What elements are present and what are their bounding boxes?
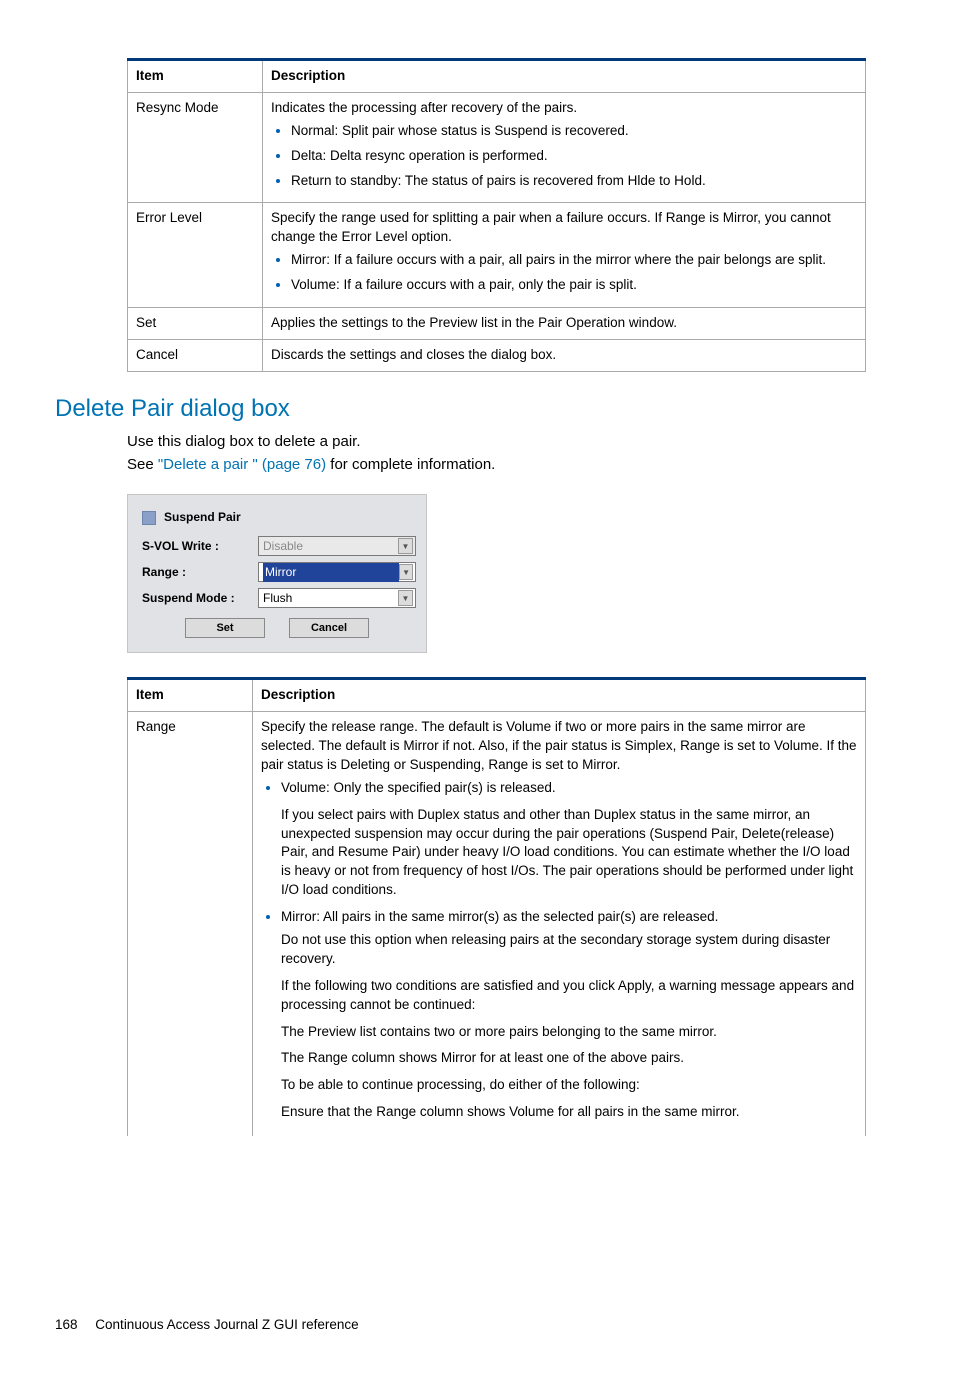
section-heading: Delete Pair dialog box [55,392,866,426]
col-desc: Description [253,679,866,712]
col-item: Item [128,679,253,712]
cancel-button[interactable]: Cancel [289,618,369,638]
col-desc: Description [263,60,866,93]
desc-cell: Specify the release range. The default i… [253,712,866,1137]
chevron-down-icon: ▼ [398,538,413,554]
chevron-down-icon: ▼ [399,564,413,580]
item-cell: Resync Mode [128,92,263,203]
desc-cell: Discards the settings and closes the dia… [263,339,866,371]
dialog-row-svol: S-VOL Write : Disable ▼ [138,536,416,556]
suspend-pair-dialog: Suspend Pair S-VOL Write : Disable ▼ Ran… [127,494,427,653]
range-combo[interactable]: Mirror ▼ [258,562,416,582]
dialog-row-suspend: Suspend Mode : Flush ▼ [138,588,416,608]
svol-write-label: S-VOL Write : [138,538,258,555]
set-button[interactable]: Set [185,618,265,638]
col-item: Item [128,60,263,93]
table-row: Set Applies the settings to the Preview … [128,308,866,340]
body-text: Use this dialog box to delete a pair. Se… [127,431,866,476]
item-cell: Set [128,308,263,340]
dialog-title: Suspend Pair [138,505,416,536]
item-cell: Cancel [128,339,263,371]
reference-table-2: Item Description Range Specify the relea… [127,677,866,1136]
table-row: Cancel Discards the settings and closes … [128,339,866,371]
range-label: Range : [138,564,258,581]
reference-table-1: Item Description Resync Mode Indicates t… [127,58,866,372]
desc-cell: Applies the settings to the Preview list… [263,308,866,340]
page-footer: 168 Continuous Access Journal Z GUI refe… [55,1316,866,1335]
item-cell: Error Level [128,203,263,308]
xref-link[interactable]: "Delete a pair " (page 76) [158,456,326,473]
table-row: Resync Mode Indicates the processing aft… [128,92,866,203]
desc-cell: Specify the range used for splitting a p… [263,203,866,308]
dialog-title-icon [142,511,156,525]
suspend-mode-combo[interactable]: Flush ▼ [258,588,416,608]
item-cell: Range [128,712,253,1137]
desc-cell: Indicates the processing after recovery … [263,92,866,203]
footer-title: Continuous Access Journal Z GUI referenc… [95,1317,358,1332]
page-number: 168 [55,1316,78,1335]
dialog-row-range: Range : Mirror ▼ [138,562,416,582]
svol-write-combo: Disable ▼ [258,536,416,556]
table-row: Error Level Specify the range used for s… [128,203,866,308]
suspend-mode-label: Suspend Mode : [138,590,258,607]
table-row: Range Specify the release range. The def… [128,712,866,1137]
chevron-down-icon: ▼ [398,590,413,606]
